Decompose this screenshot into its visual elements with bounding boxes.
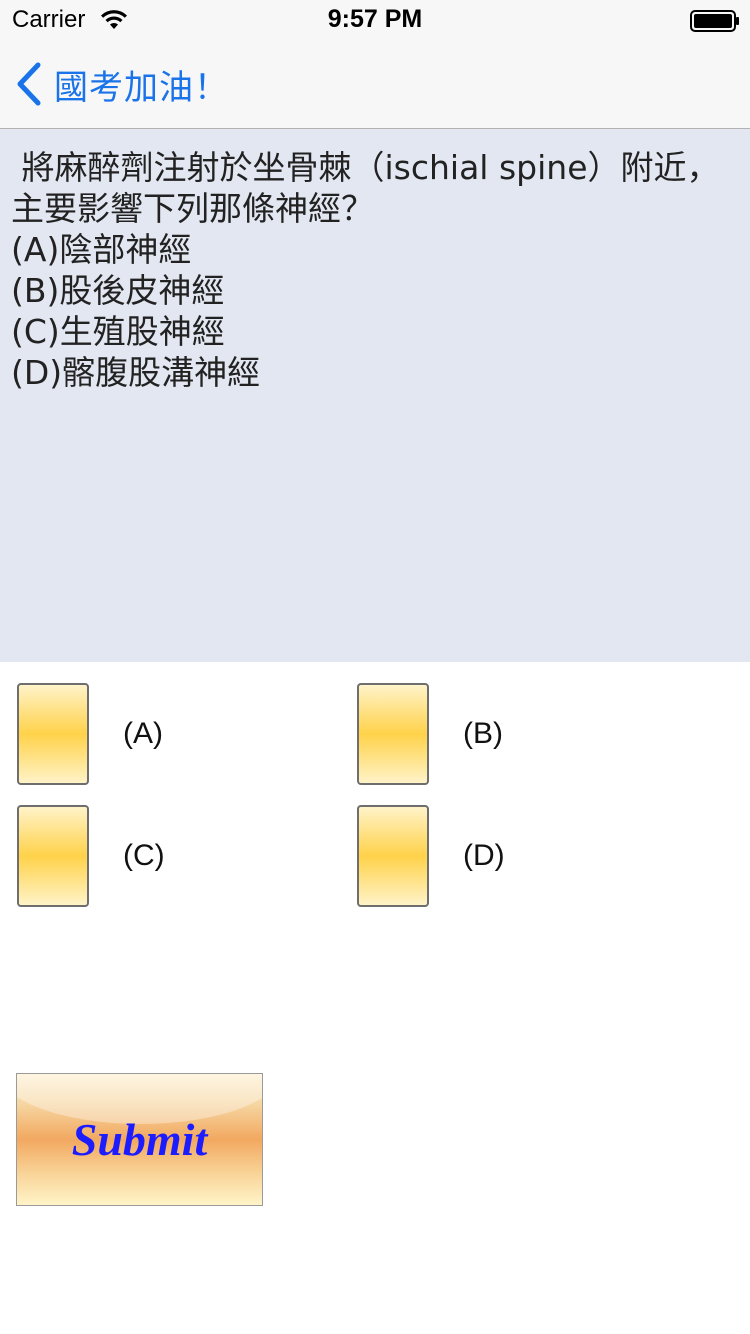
option-a-checkbox[interactable] — [17, 683, 89, 785]
back-button[interactable]: 國考加油！ — [14, 60, 229, 108]
chevron-left-icon — [17, 62, 41, 106]
question-panel: 將麻醉劑注射於坐骨棘（ischial spine）附近， 主要影響下列那條神經？… — [0, 129, 750, 662]
battery-icon — [690, 10, 739, 32]
back-button-label: 國考加油！ — [54, 67, 229, 108]
option-c-label: (C) — [123, 839, 165, 872]
option-d-label: (D) — [463, 839, 505, 872]
submit-label: Submit — [71, 1114, 208, 1165]
option-a: (A) — [17, 683, 163, 785]
option-c-checkbox[interactable] — [17, 805, 89, 907]
option-b-checkbox[interactable] — [357, 683, 429, 785]
option-b: (B) — [357, 683, 503, 785]
status-bar: Carrier 9:57 PM — [0, 0, 750, 40]
question-text: 將麻醉劑注射於坐骨棘（ischial spine）附近， 主要影響下列那條神經？… — [11, 148, 720, 392]
status-time: 9:57 PM — [327, 5, 423, 33]
option-a-label: (A) — [123, 717, 163, 750]
option-b-label: (B) — [463, 717, 503, 750]
submit-button[interactable]: Submit — [16, 1073, 263, 1206]
navigation-bar: 國考加油！ — [0, 40, 750, 129]
option-c: (C) — [17, 805, 165, 907]
option-d: (D) — [357, 805, 505, 907]
app-screen: Carrier 9:57 PM 國考加油！ 將麻醉劑注射於坐骨棘（ischial… — [0, 0, 750, 1334]
option-d-checkbox[interactable] — [357, 805, 429, 907]
